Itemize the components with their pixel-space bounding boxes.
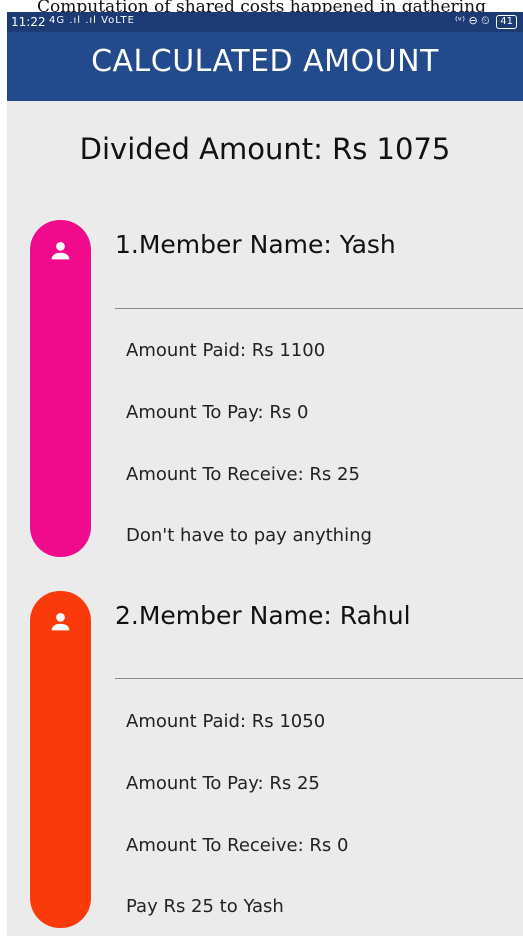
divider [115, 308, 523, 309]
person-icon [51, 241, 70, 260]
system-icons: ⁽ᵛ⁾ ⊖ ⏲ [454, 14, 490, 27]
amount-to-pay: Amount To Pay: Rs 0 [126, 402, 309, 423]
member-name: 2.Member Name: Rahul [115, 601, 411, 630]
payment-status: Pay Rs 25 to Yash [126, 896, 284, 917]
divided-amount: Divided Amount: Rs 1075 [79, 132, 451, 166]
person-icon [51, 612, 70, 631]
app-bar: CALCULATED AMOUNT [7, 32, 523, 101]
amount-paid: Amount Paid: Rs 1100 [126, 340, 326, 361]
status-bar: 11:22 4G .ıl .ıl VoLTE ⁽ᵛ⁾ ⊖ ⏲ 41 [7, 12, 523, 32]
member-card: 2.Member Name: Rahul Amount Paid: Rs 105… [7, 591, 523, 936]
member-color-bar [30, 591, 91, 928]
battery-icon: 41 [496, 15, 517, 29]
signal-icon: 4G .ıl .ıl VoLTE [49, 15, 135, 26]
member-name: 1.Member Name: Yash [115, 230, 396, 259]
amount-paid: Amount Paid: Rs 1050 [126, 711, 326, 732]
amount-to-receive: Amount To Receive: Rs 0 [126, 835, 349, 856]
member-color-bar [30, 220, 91, 557]
amount-to-receive: Amount To Receive: Rs 25 [126, 464, 360, 485]
payment-status: Don't have to pay anything [126, 525, 372, 546]
phone-screen: 11:22 4G .ıl .ıl VoLTE ⁽ᵛ⁾ ⊖ ⏲ 41 CALCUL… [7, 12, 523, 936]
status-icons: ⁽ᵛ⁾ ⊖ ⏲ 41 [455, 14, 517, 29]
status-time: 11:22 [11, 15, 46, 29]
page-title: CALCULATED AMOUNT [91, 44, 439, 79]
amount-to-pay: Amount To Pay: Rs 25 [126, 773, 320, 794]
divider [115, 678, 523, 679]
member-card: 1.Member Name: Yash Amount Paid: Rs 1100… [7, 220, 523, 560]
